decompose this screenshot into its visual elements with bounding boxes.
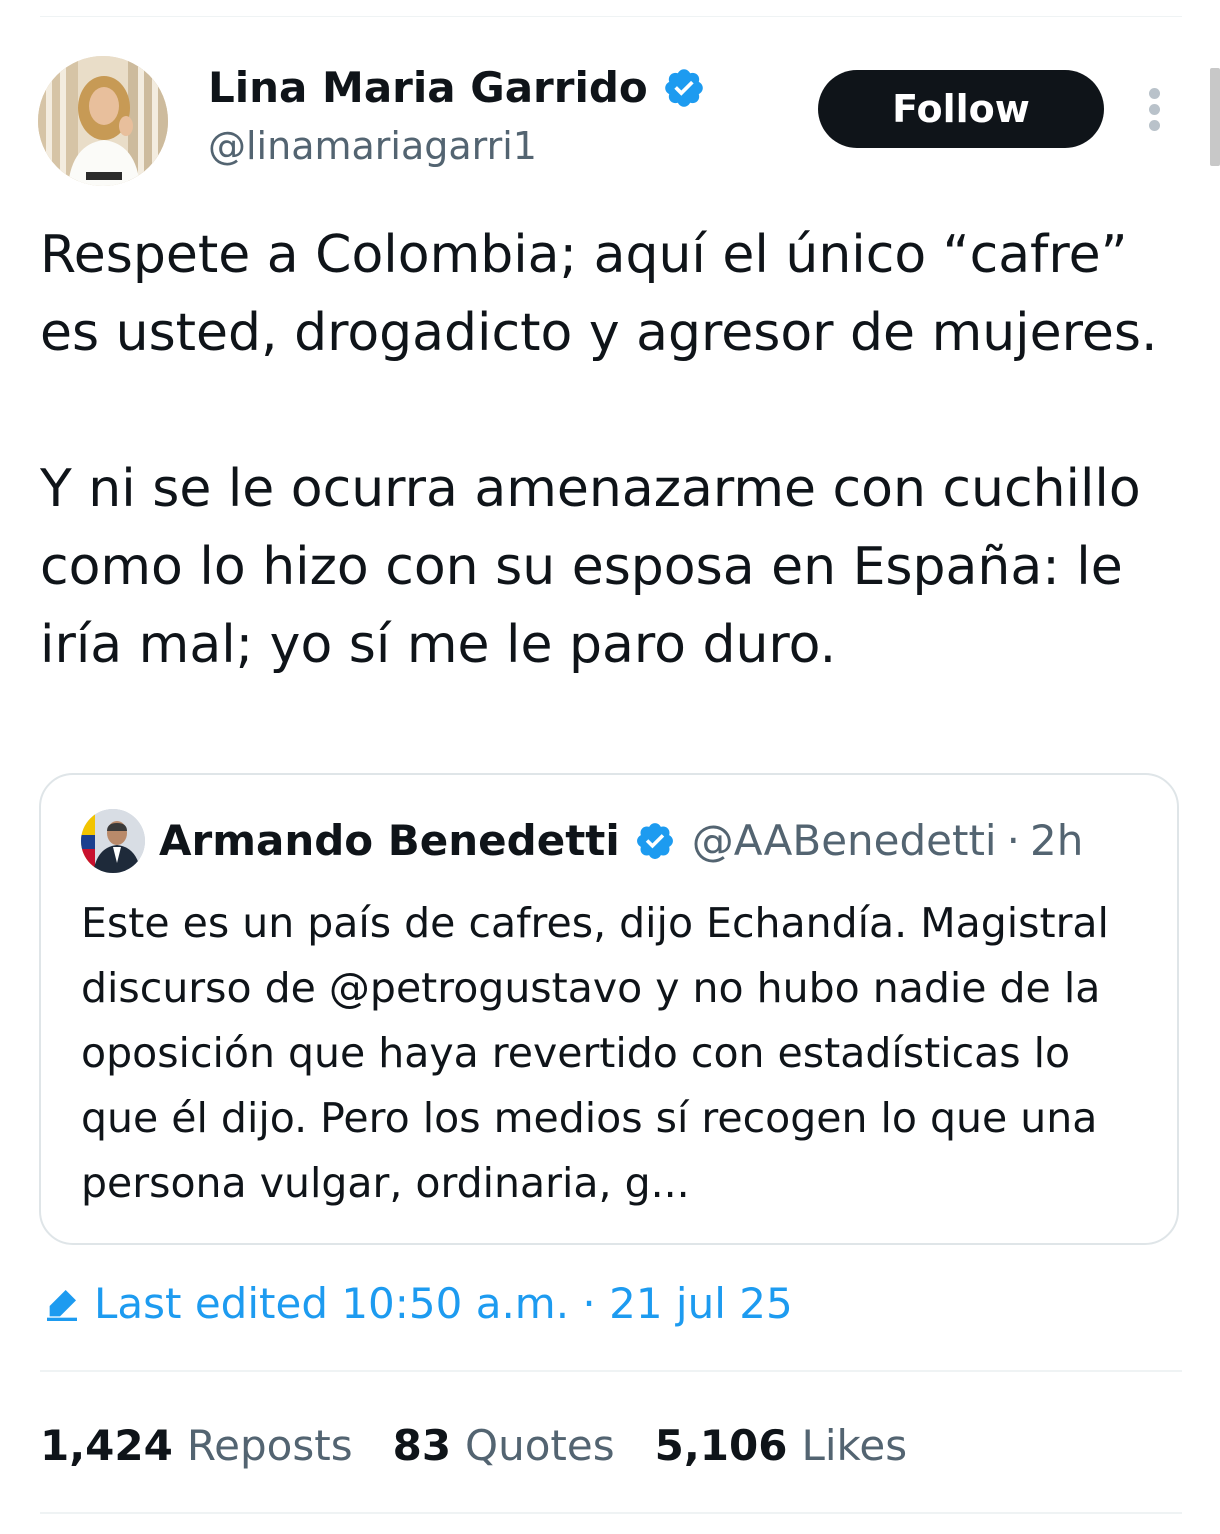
reposts-stat[interactable]: 1,424 Reposts	[40, 1418, 353, 1474]
quoted-author-avatar[interactable]	[81, 809, 145, 873]
last-edited-label[interactable]: Last edited 10:50 a.m. · 21 jul 25	[94, 1276, 793, 1332]
tweet-text: Respete a Colombia; aquí el único “cafre…	[40, 216, 1190, 684]
author-avatar[interactable]	[38, 56, 168, 186]
quoted-tweet-text: Este es un país de cafres, dijo Echandía…	[81, 899, 1109, 1207]
author-handle[interactable]: @linamariagarri1	[208, 122, 537, 170]
likes-stat[interactable]: 5,106 Likes	[655, 1418, 907, 1474]
quoted-tweet-header: Armando Benedetti @AABenedetti · 2h	[159, 813, 1083, 869]
more-vertical-icon[interactable]	[1140, 84, 1170, 134]
divider	[40, 1370, 1182, 1372]
tweet-paragraph: Respete a Colombia; aquí el único “cafre…	[40, 225, 1158, 363]
quoted-author-name[interactable]: Armando Benedetti	[159, 813, 620, 869]
pencil-edit-icon	[47, 1290, 77, 1321]
verified-badge-icon	[636, 823, 673, 859]
reposts-label: Reposts	[186, 1421, 353, 1470]
quoted-tweet-time[interactable]: 2h	[1030, 813, 1083, 869]
likes-count: 5,106	[654, 1421, 788, 1470]
reposts-count: 1,424	[40, 1421, 173, 1470]
scrollbar[interactable]	[1210, 68, 1220, 166]
author-avatar-image	[38, 56, 168, 186]
quoted-tweet-card[interactable]: Armando Benedetti @AABenedetti · 2h Este…	[39, 773, 1179, 1245]
engagement-stats: 1,424 Reposts 83 Quotes 5,106 Likes	[40, 1418, 947, 1474]
quotes-count: 83	[392, 1421, 452, 1470]
separator-dot: ·	[1006, 816, 1020, 865]
quoted-author-handle[interactable]: @AABenedetti	[692, 813, 997, 869]
quotes-stat[interactable]: 83 Quotes	[393, 1418, 615, 1474]
author-name-row[interactable]: Lina Maria Garrido	[208, 62, 706, 114]
last-edited-link[interactable]: Last edited 10:50 a.m. · 21 jul 25	[42, 1276, 793, 1332]
quotes-label: Quotes	[465, 1421, 615, 1470]
likes-label: Likes	[801, 1421, 908, 1470]
top-divider	[40, 16, 1182, 17]
follow-button[interactable]: Follow	[818, 70, 1104, 148]
verified-badge-icon	[665, 69, 703, 107]
author-name[interactable]: Lina Maria Garrido	[208, 62, 648, 114]
quoted-author-avatar-image	[81, 809, 145, 873]
divider	[40, 1512, 1182, 1514]
tweet-paragraph: Y ni se le ocurra amenazarme con cuchill…	[40, 459, 1141, 675]
